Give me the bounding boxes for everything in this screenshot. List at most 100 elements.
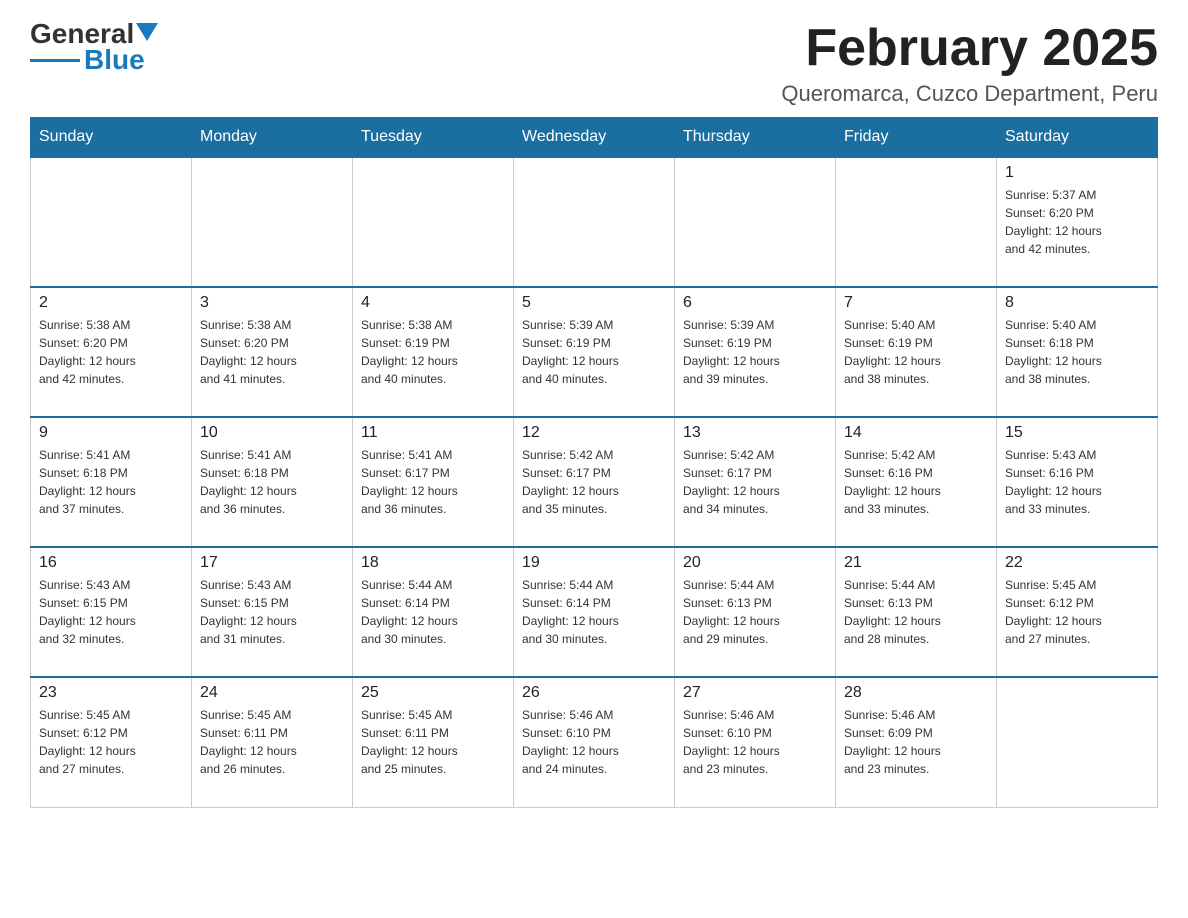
table-row	[353, 157, 514, 287]
day-info: Sunrise: 5:39 AM Sunset: 6:19 PM Dayligh…	[683, 316, 827, 388]
day-number: 13	[683, 424, 827, 442]
table-row: 19 Sunrise: 5:44 AM Sunset: 6:14 PM Dayli…	[514, 547, 675, 677]
table-row: 13 Sunrise: 5:42 AM Sunset: 6:17 PM Dayli…	[675, 417, 836, 547]
day-info: Sunrise: 5:46 AM Sunset: 6:10 PM Dayligh…	[683, 706, 827, 778]
day-number: 24	[200, 684, 344, 702]
logo: General Blue	[30, 20, 158, 74]
day-number: 5	[522, 294, 666, 312]
table-row: 8 Sunrise: 5:40 AM Sunset: 6:18 PM Daylig…	[997, 287, 1158, 417]
day-number: 10	[200, 424, 344, 442]
table-row: 3 Sunrise: 5:38 AM Sunset: 6:20 PM Daylig…	[192, 287, 353, 417]
table-row	[31, 157, 192, 287]
week-row-2: 2Sunrise: 5:38 AM Sunset: 6:20 PM Daylig…	[31, 287, 1158, 417]
table-row	[675, 157, 836, 287]
header-friday: Friday	[836, 118, 997, 158]
table-row: 7 Sunrise: 5:40 AM Sunset: 6:19 PM Daylig…	[836, 287, 997, 417]
table-row	[514, 157, 675, 287]
table-row: 5 Sunrise: 5:39 AM Sunset: 6:19 PM Daylig…	[514, 287, 675, 417]
day-info: Sunrise: 5:45 AM Sunset: 6:12 PM Dayligh…	[39, 706, 183, 778]
day-info: Sunrise: 5:45 AM Sunset: 6:11 PM Dayligh…	[361, 706, 505, 778]
day-info: Sunrise: 5:38 AM Sunset: 6:19 PM Dayligh…	[361, 316, 505, 388]
day-number: 20	[683, 554, 827, 572]
table-row: 18Sunrise: 5:44 AM Sunset: 6:14 PM Dayli…	[353, 547, 514, 677]
day-number: 9	[39, 424, 183, 442]
calendar-title: February 2025	[781, 20, 1158, 77]
table-row	[836, 157, 997, 287]
day-number: 17	[200, 554, 344, 572]
day-number: 8	[1005, 294, 1149, 312]
day-info: Sunrise: 5:41 AM Sunset: 6:18 PM Dayligh…	[39, 446, 183, 518]
day-info: Sunrise: 5:38 AM Sunset: 6:20 PM Dayligh…	[200, 316, 344, 388]
table-row: 16 Sunrise: 5:43 AM Sunset: 6:15 PM Dayli…	[31, 547, 192, 677]
day-number: 7	[844, 294, 988, 312]
day-number: 28	[844, 684, 988, 702]
table-row: 20 Sunrise: 5:44 AM Sunset: 6:13 PM Dayli…	[675, 547, 836, 677]
day-info: Sunrise: 5:40 AM Sunset: 6:19 PM Dayligh…	[844, 316, 988, 388]
week-row-1: 1Sunrise: 5:37 AM Sunset: 6:20 PM Daylig…	[31, 157, 1158, 287]
day-info: Sunrise: 5:44 AM Sunset: 6:13 PM Dayligh…	[683, 576, 827, 648]
day-info: Sunrise: 5:43 AM Sunset: 6:16 PM Dayligh…	[1005, 446, 1149, 518]
day-info: Sunrise: 5:40 AM Sunset: 6:18 PM Dayligh…	[1005, 316, 1149, 388]
day-number: 11	[361, 424, 505, 442]
day-number: 23	[39, 684, 183, 702]
table-row	[192, 157, 353, 287]
table-row: 10 Sunrise: 5:41 AM Sunset: 6:18 PM Dayli…	[192, 417, 353, 547]
header-thursday: Thursday	[675, 118, 836, 158]
header-tuesday: Tuesday	[353, 118, 514, 158]
day-number: 12	[522, 424, 666, 442]
day-number: 3	[200, 294, 344, 312]
table-row: 17 Sunrise: 5:43 AM Sunset: 6:15 PM Dayli…	[192, 547, 353, 677]
day-info: Sunrise: 5:41 AM Sunset: 6:18 PM Dayligh…	[200, 446, 344, 518]
day-number: 6	[683, 294, 827, 312]
table-row: 15 Sunrise: 5:43 AM Sunset: 6:16 PM Dayli…	[997, 417, 1158, 547]
logo-triangle-icon	[136, 23, 158, 41]
week-row-4: 16 Sunrise: 5:43 AM Sunset: 6:15 PM Dayli…	[31, 547, 1158, 677]
day-number: 4	[361, 294, 505, 312]
day-info: Sunrise: 5:43 AM Sunset: 6:15 PM Dayligh…	[39, 576, 183, 648]
day-number: 16	[39, 554, 183, 572]
table-row: 24 Sunrise: 5:45 AM Sunset: 6:11 PM Dayli…	[192, 677, 353, 807]
day-number: 21	[844, 554, 988, 572]
table-row: 25 Sunrise: 5:45 AM Sunset: 6:11 PM Dayli…	[353, 677, 514, 807]
logo-blue-text: Blue	[84, 46, 145, 74]
week-row-3: 9 Sunrise: 5:41 AM Sunset: 6:18 PM Daylig…	[31, 417, 1158, 547]
days-of-week-row: SundayMondayTuesdayWednesdayThursdayFrid…	[31, 118, 1158, 158]
day-number: 1	[1005, 164, 1149, 182]
day-number: 15	[1005, 424, 1149, 442]
day-number: 14	[844, 424, 988, 442]
day-info: Sunrise: 5:42 AM Sunset: 6:17 PM Dayligh…	[522, 446, 666, 518]
day-info: Sunrise: 5:44 AM Sunset: 6:14 PM Dayligh…	[522, 576, 666, 648]
table-row: 6 Sunrise: 5:39 AM Sunset: 6:19 PM Daylig…	[675, 287, 836, 417]
day-info: Sunrise: 5:39 AM Sunset: 6:19 PM Dayligh…	[522, 316, 666, 388]
day-info: Sunrise: 5:38 AM Sunset: 6:20 PM Dayligh…	[39, 316, 183, 388]
day-info: Sunrise: 5:45 AM Sunset: 6:11 PM Dayligh…	[200, 706, 344, 778]
day-number: 22	[1005, 554, 1149, 572]
table-row: 21 Sunrise: 5:44 AM Sunset: 6:13 PM Dayli…	[836, 547, 997, 677]
day-number: 19	[522, 554, 666, 572]
day-number: 26	[522, 684, 666, 702]
day-info: Sunrise: 5:46 AM Sunset: 6:10 PM Dayligh…	[522, 706, 666, 778]
day-info: Sunrise: 5:41 AM Sunset: 6:17 PM Dayligh…	[361, 446, 505, 518]
table-row: 11 Sunrise: 5:41 AM Sunset: 6:17 PM Dayli…	[353, 417, 514, 547]
day-number: 25	[361, 684, 505, 702]
day-number: 27	[683, 684, 827, 702]
header-sunday: Sunday	[31, 118, 192, 158]
calendar-subtitle: Queromarca, Cuzco Department, Peru	[781, 81, 1158, 107]
table-row	[997, 677, 1158, 807]
header-saturday: Saturday	[997, 118, 1158, 158]
day-number: 18	[361, 554, 505, 572]
week-row-5: 23 Sunrise: 5:45 AM Sunset: 6:12 PM Dayli…	[31, 677, 1158, 807]
table-row: 22 Sunrise: 5:45 AM Sunset: 6:12 PM Dayli…	[997, 547, 1158, 677]
day-info: Sunrise: 5:43 AM Sunset: 6:15 PM Dayligh…	[200, 576, 344, 648]
day-info: Sunrise: 5:45 AM Sunset: 6:12 PM Dayligh…	[1005, 576, 1149, 648]
table-row: 9 Sunrise: 5:41 AM Sunset: 6:18 PM Daylig…	[31, 417, 192, 547]
calendar-body: 1Sunrise: 5:37 AM Sunset: 6:20 PM Daylig…	[31, 157, 1158, 807]
table-row: 26 Sunrise: 5:46 AM Sunset: 6:10 PM Dayli…	[514, 677, 675, 807]
day-info: Sunrise: 5:46 AM Sunset: 6:09 PM Dayligh…	[844, 706, 988, 778]
table-row: 28 Sunrise: 5:46 AM Sunset: 6:09 PM Dayli…	[836, 677, 997, 807]
day-info: Sunrise: 5:42 AM Sunset: 6:17 PM Dayligh…	[683, 446, 827, 518]
header-wednesday: Wednesday	[514, 118, 675, 158]
day-info: Sunrise: 5:42 AM Sunset: 6:16 PM Dayligh…	[844, 446, 988, 518]
page-header: General Blue February 2025 Queromarca, C…	[30, 20, 1158, 107]
day-info: Sunrise: 5:44 AM Sunset: 6:13 PM Dayligh…	[844, 576, 988, 648]
